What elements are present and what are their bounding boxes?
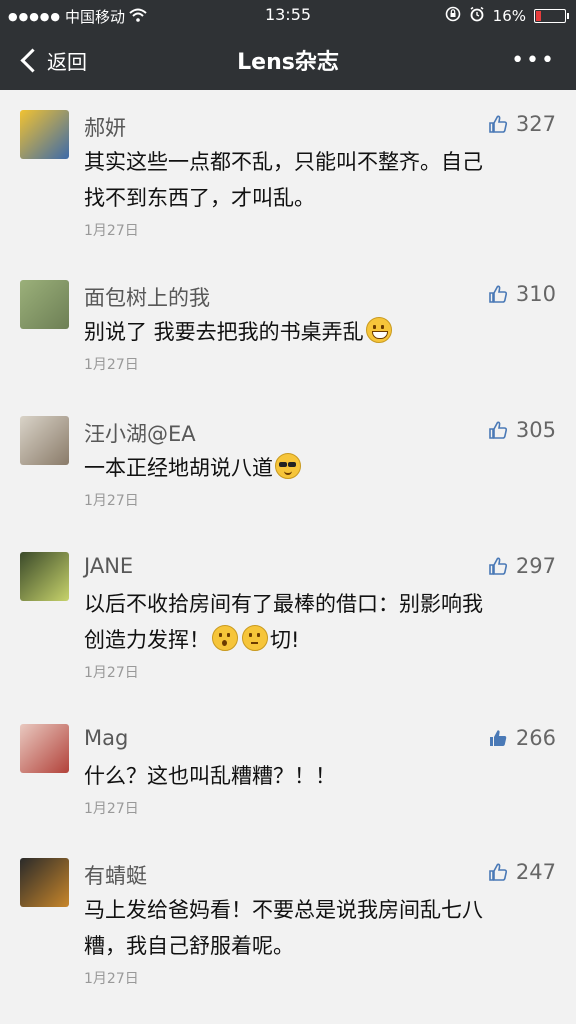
thumbs-up-icon <box>489 421 507 439</box>
comment-text-suffix: 切! <box>270 628 300 652</box>
comment-text-line: 找不到东西了，才叫乱。 <box>84 180 554 216</box>
comment-text-segment: 糟，我自己舒服着呢。 <box>84 934 294 958</box>
comment-date: 1月27日 <box>84 493 139 509</box>
comment-text-segment: 马上发给爸妈看！不要总是说我房间乱七八 <box>84 898 483 922</box>
like-button[interactable]: 247 <box>488 860 556 884</box>
avatar[interactable] <box>20 724 69 773</box>
avatar[interactable] <box>20 416 69 465</box>
like-count: 247 <box>515 860 556 884</box>
comment-text-segment: 什么？这也叫乱糟糟？！！ <box>84 764 336 788</box>
commenter-name[interactable]: JANE <box>84 554 133 578</box>
rotation-lock-icon <box>445 6 461 26</box>
page-title: Lens杂志 <box>237 50 339 75</box>
like-count: 266 <box>515 726 556 750</box>
comment-text-line: 什么？这也叫乱糟糟？！！ <box>84 758 554 794</box>
nav-bar: 返回 Lens杂志 ••• <box>0 30 576 90</box>
comment-text: 以后不收拾房间有了最棒的借口：别影响我 创造力发挥！ 切! <box>84 586 554 658</box>
comment-text-segment: 别说了 我要去把我的书桌弄乱 <box>84 320 364 344</box>
comment-text-segment: 其实这些一点都不乱，只能叫不整齐。自己 <box>84 150 483 174</box>
comment-text-line: 别说了 我要去把我的书桌弄乱 <box>84 314 554 350</box>
comment-date: 1月27日 <box>84 665 139 681</box>
like-button[interactable]: 327 <box>488 112 556 136</box>
comment-text: 其实这些一点都不乱，只能叫不整齐。自己 找不到东西了，才叫乱。 <box>84 144 554 216</box>
comment-text-line: 创造力发挥！ 切! <box>84 622 554 658</box>
comment-text-segment: 以后不收拾房间有了最棒的借口：别影响我 <box>84 592 483 616</box>
avatar[interactable] <box>20 280 69 329</box>
comment-text-line: 其实这些一点都不乱，只能叫不整齐。自己 <box>84 144 554 180</box>
comment-text: 马上发给爸妈看！不要总是说我房间乱七八 糟，我自己舒服着呢。 <box>84 892 554 964</box>
emoji-wow-icon <box>212 625 238 651</box>
like-count: 310 <box>515 282 556 306</box>
like-button[interactable]: 297 <box>488 554 556 578</box>
comment-text-line: 糟，我自己舒服着呢。 <box>84 928 554 964</box>
thumbs-up-icon <box>489 285 507 303</box>
battery-percent: 16% <box>492 7 526 25</box>
comment-text: 别说了 我要去把我的书桌弄乱 <box>84 314 554 350</box>
thumbs-up-icon <box>489 730 507 746</box>
commenter-name[interactable]: 郝妍 <box>84 112 126 142</box>
comment-text-line: 马上发给爸妈看！不要总是说我房间乱七八 <box>84 892 554 928</box>
like-button[interactable]: 310 <box>488 282 556 306</box>
thumbs-up-icon <box>489 115 507 133</box>
commenter-name[interactable]: 面包树上的我 <box>84 282 210 312</box>
like-count: 297 <box>515 554 556 578</box>
comment-text: 什么？这也叫乱糟糟？！！ <box>84 758 554 794</box>
like-count: 305 <box>515 418 556 442</box>
comment-text-line: 以后不收拾房间有了最棒的借口：别影响我 <box>84 586 554 622</box>
avatar[interactable] <box>20 552 69 601</box>
commenter-name[interactable]: Mag <box>84 726 128 750</box>
comment-text-segment: 一本正经地胡说八道 <box>84 456 273 480</box>
thumbs-up-icon <box>489 863 507 881</box>
alarm-icon <box>469 6 485 26</box>
commenter-name[interactable]: 汪小湖@EA <box>84 418 196 448</box>
status-bar: ●●●●● 中国移动 13:55 16% <box>0 0 576 30</box>
like-count: 327 <box>515 112 556 136</box>
commenter-name[interactable]: 有蜻蜓 <box>84 860 147 890</box>
comment-date: 1月27日 <box>84 801 139 817</box>
like-button[interactable]: 305 <box>488 418 556 442</box>
comment-text-line: 一本正经地胡说八道 <box>84 450 554 486</box>
status-right: 16% <box>445 6 569 26</box>
thumbs-up-icon <box>489 557 507 575</box>
like-button[interactable]: 266 <box>488 726 556 750</box>
avatar[interactable] <box>20 110 69 159</box>
comment-text-segment: 创造力发挥！ <box>84 628 210 652</box>
comment-date: 1月27日 <box>84 357 139 373</box>
comment-date: 1月27日 <box>84 971 139 987</box>
more-button[interactable]: ••• <box>511 48 556 73</box>
emoji-grin-icon <box>365 317 392 343</box>
comment-text-segment: 找不到东西了，才叫乱。 <box>84 186 315 210</box>
comment-text: 一本正经地胡说八道 <box>84 450 554 486</box>
emoji-cool-icon <box>275 453 301 479</box>
battery-icon <box>534 9 569 23</box>
comment-date: 1月27日 <box>84 223 139 239</box>
avatar[interactable] <box>20 858 69 907</box>
emoji-think-icon <box>242 625 268 651</box>
